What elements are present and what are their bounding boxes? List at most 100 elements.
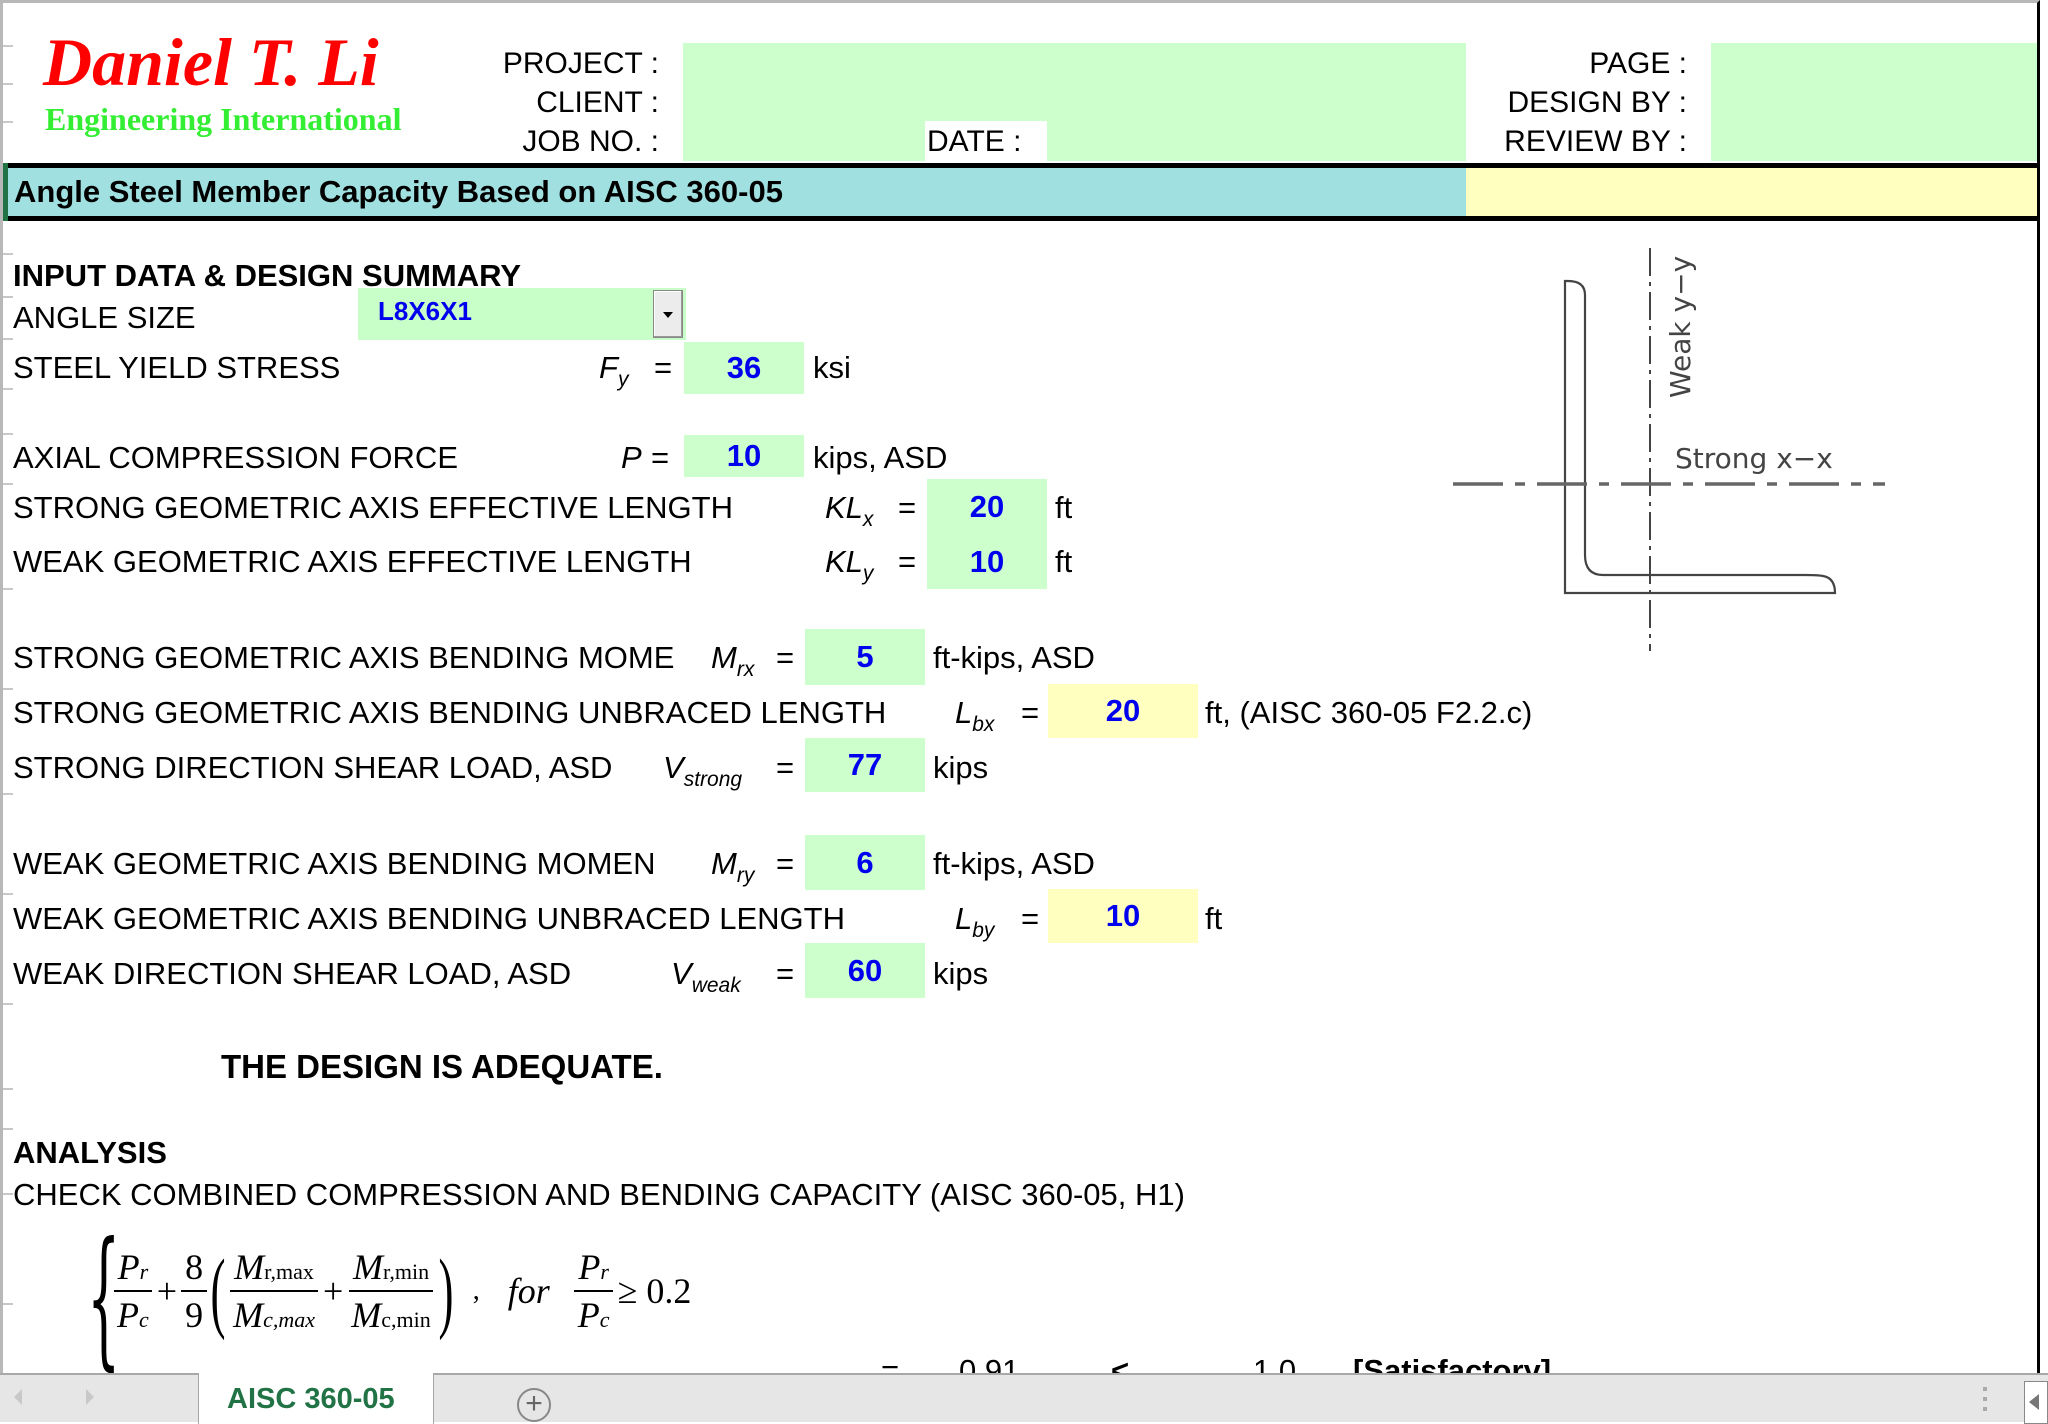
sheet-title: Angle Steel Member Capacity Based on AIS… [14, 174, 783, 209]
combined-check-title: CHECK COMBINED COMPRESSION AND BENDING C… [13, 1177, 1185, 1212]
company-logo-name: Daniel T. Li [43, 24, 379, 100]
eight-ninths: 8 9 [181, 1246, 208, 1336]
angle-size-value: L8X6X1 [378, 296, 472, 326]
axial-force-equals: = [651, 440, 670, 475]
row-gridline [3, 1193, 13, 1195]
row-gridline [3, 1003, 13, 1005]
weak-moment-symbol: Mry [711, 846, 755, 887]
weak-unbraced-length-unit: ft [1205, 901, 1223, 936]
chevron-down-icon[interactable] [653, 290, 683, 338]
design-by-label: DESIGN BY : [1507, 86, 1687, 119]
scroll-tabs-right-icon[interactable] [86, 1389, 94, 1405]
yield-stress-input[interactable]: 36 [684, 342, 804, 394]
strong-shear-unit: kips [933, 750, 989, 785]
yield-stress-label: STEEL YIELD STRESS [13, 350, 341, 385]
mr-max-over-mc-max: Mr,max Mc,max [229, 1246, 319, 1336]
row-gridline [3, 388, 13, 390]
weak-moment-label: WEAK GEOMETRIC AXIS BENDING MOMEN [13, 846, 656, 881]
weak-axis-label: Weak y−y [1664, 256, 1697, 398]
formula-comma: , [472, 1275, 480, 1306]
strong-shear-symbol: Vstrong [663, 750, 743, 791]
axial-force-label: AXIAL COMPRESSION FORCE [13, 440, 458, 475]
add-sheet-icon[interactable]: + [517, 1388, 551, 1422]
strong-unbraced-length-equals: = [1021, 695, 1040, 730]
yield-stress-unit: ksi [813, 350, 851, 385]
pr-over-pc: Pr Pc [113, 1246, 153, 1336]
active-cell-indicator [3, 163, 8, 221]
page-label: PAGE : [1589, 47, 1687, 80]
strong-moment-equals: = [776, 640, 795, 675]
row-gridline [3, 1088, 13, 1090]
page-info-field[interactable] [1711, 43, 2037, 161]
axial-force-unit: kips, ASD [813, 440, 948, 475]
row-gridline [3, 793, 13, 795]
check-status: [Satisfactory] [1353, 1353, 1552, 1373]
weak-eff-length-equals: = [898, 544, 917, 579]
strong-shear-equals: = [776, 750, 795, 785]
project-label: PROJECT : [502, 47, 659, 80]
strong-unbraced-length-symbol: Lbx [955, 695, 995, 736]
title-bar: Angle Steel Member Capacity Based on AIS… [6, 163, 2037, 221]
design-result: THE DESIGN IS ADEQUATE. [221, 1048, 663, 1085]
sheet-tab-bar: AISC 360-05 + [0, 1373, 2048, 1424]
angle-size-label: ANGLE SIZE [13, 300, 196, 335]
scroll-tabs-left-icon[interactable] [14, 1389, 22, 1405]
title-bar-yellow-cell [1466, 168, 2037, 216]
strong-axis-label: Strong x−x [1675, 442, 1833, 475]
formula-condition: ≥ 0.2 [617, 1271, 692, 1311]
check-equals: = [881, 1353, 900, 1373]
yield-stress-equals: = [654, 350, 673, 385]
weak-eff-length-unit: ft [1055, 544, 1073, 579]
axial-force-symbol: P [621, 440, 642, 475]
strong-unbraced-length-label: STRONG GEOMETRIC AXIS BENDING UNBRACED L… [13, 695, 887, 730]
left-paren: ( [210, 1241, 226, 1341]
weak-shear-label: WEAK DIRECTION SHEAR LOAD, ASD [13, 956, 572, 991]
angle-section-diagram: Weak y−y Strong x−x [1453, 248, 1885, 651]
row-gridline [3, 253, 13, 255]
yield-stress-symbol: Fy [599, 350, 629, 391]
row-gridline [3, 893, 13, 895]
analysis-heading: ANALYSIS [13, 1135, 167, 1170]
strong-shear-input[interactable]: 77 [805, 738, 925, 792]
weak-moment-unit: ft-kips, ASD [933, 846, 1095, 881]
strong-moment-input[interactable]: 5 [805, 629, 925, 685]
sheet-tab-aisc-360-05[interactable]: AISC 360-05 [198, 1373, 434, 1424]
row-gridline [3, 433, 13, 435]
check-ratio-value: 0.91 [959, 1353, 1020, 1373]
strong-unbraced-length-input[interactable]: 20 [1048, 684, 1198, 738]
row-gridline [3, 483, 13, 485]
row-gridline [3, 588, 13, 590]
weak-eff-length-symbol: KLy [825, 544, 874, 585]
check-limit: 1.0 [1253, 1353, 1297, 1373]
weak-unbraced-length-input[interactable]: 10 [1048, 889, 1198, 943]
project-info-field[interactable] [683, 43, 1466, 161]
strong-eff-length-label: STRONG GEOMETRIC AXIS EFFECTIVE LENGTH [13, 490, 733, 525]
strong-eff-length-input[interactable]: 20 [927, 479, 1047, 535]
company-logo-subtitle: Engineering International [45, 101, 402, 137]
angle-outline [1563, 279, 1837, 595]
plus-sign: + [156, 1271, 178, 1311]
strong-moment-label: STRONG GEOMETRIC AXIS BENDING MOME [13, 640, 675, 675]
weak-moment-input[interactable]: 6 [805, 835, 925, 890]
strong-eff-length-unit: ft [1055, 490, 1073, 525]
right-paren: ) [438, 1241, 454, 1341]
date-label: DATE : [927, 125, 1022, 158]
weak-eff-length-input[interactable]: 10 [927, 535, 1047, 589]
weak-eff-length-label: WEAK GEOMETRIC AXIS EFFECTIVE LENGTH [13, 544, 692, 579]
job-no-label: JOB NO. : [522, 125, 659, 158]
weak-shear-input[interactable]: 60 [805, 943, 925, 998]
tab-splitter-handle[interactable] [1983, 1387, 1987, 1417]
plus-sign: + [322, 1271, 344, 1311]
row-gridline [3, 296, 13, 298]
weak-shear-symbol: Vweak [671, 956, 741, 997]
review-by-label: REVIEW BY : [1504, 125, 1687, 158]
axial-force-input[interactable]: 10 [684, 435, 804, 477]
strong-eff-length-equals: = [898, 490, 917, 525]
row-gridline [3, 1128, 13, 1130]
row-gridline [3, 45, 13, 47]
angle-size-select[interactable]: L8X6X1 [358, 288, 686, 340]
horizontal-scroll-left-icon[interactable] [2024, 1381, 2048, 1424]
mr-min-over-mc-min: Mr,min Mc,min [347, 1246, 435, 1336]
formula-for: for [507, 1271, 550, 1311]
client-label: CLIENT : [536, 86, 659, 119]
